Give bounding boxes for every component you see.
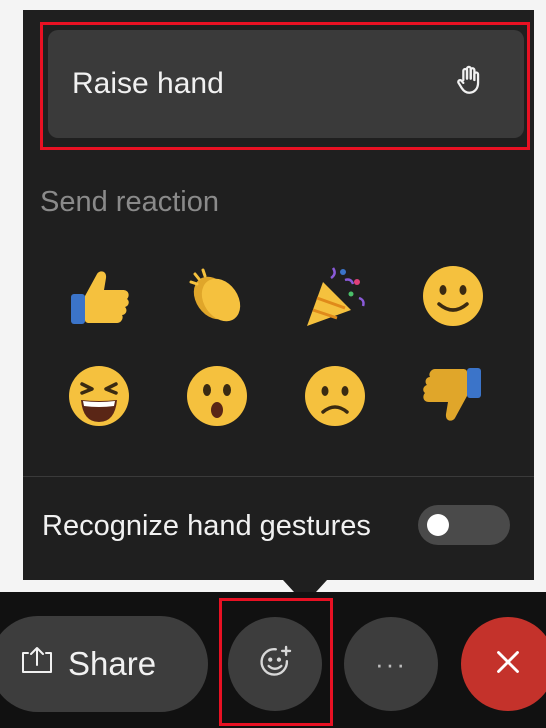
share-label: Share — [68, 645, 157, 682]
clapping-hands-icon[interactable] — [158, 246, 276, 346]
hand-raise-icon — [452, 63, 486, 105]
leave-call-button[interactable] — [461, 617, 546, 711]
raise-hand-button[interactable]: Raise hand — [48, 30, 524, 138]
toggle-knob — [427, 514, 449, 536]
reaction-grid — [40, 246, 512, 446]
emoji-reaction-icon — [256, 643, 294, 686]
thumbs-down-icon[interactable] — [394, 346, 512, 446]
recognize-gestures-label: Recognize hand gestures — [42, 510, 371, 542]
more-options-icon: ··· — [375, 648, 407, 679]
send-reaction-heading: Send reaction — [40, 186, 219, 218]
surprised-icon[interactable] — [158, 346, 276, 446]
close-icon — [489, 643, 527, 686]
party-popper-icon[interactable] — [276, 246, 394, 346]
more-options-button[interactable]: ··· — [344, 617, 438, 711]
thumbs-up-icon[interactable] — [40, 246, 158, 346]
share-icon — [20, 645, 54, 683]
react-button[interactable] — [228, 617, 322, 711]
smile-icon[interactable] — [394, 246, 512, 346]
divider — [23, 476, 534, 477]
share-button[interactable]: Share — [0, 616, 208, 712]
sad-icon[interactable] — [276, 346, 394, 446]
recognize-gestures-toggle[interactable] — [418, 505, 510, 545]
laughing-icon[interactable] — [40, 346, 158, 446]
raise-hand-label: Raise hand — [72, 67, 224, 100]
